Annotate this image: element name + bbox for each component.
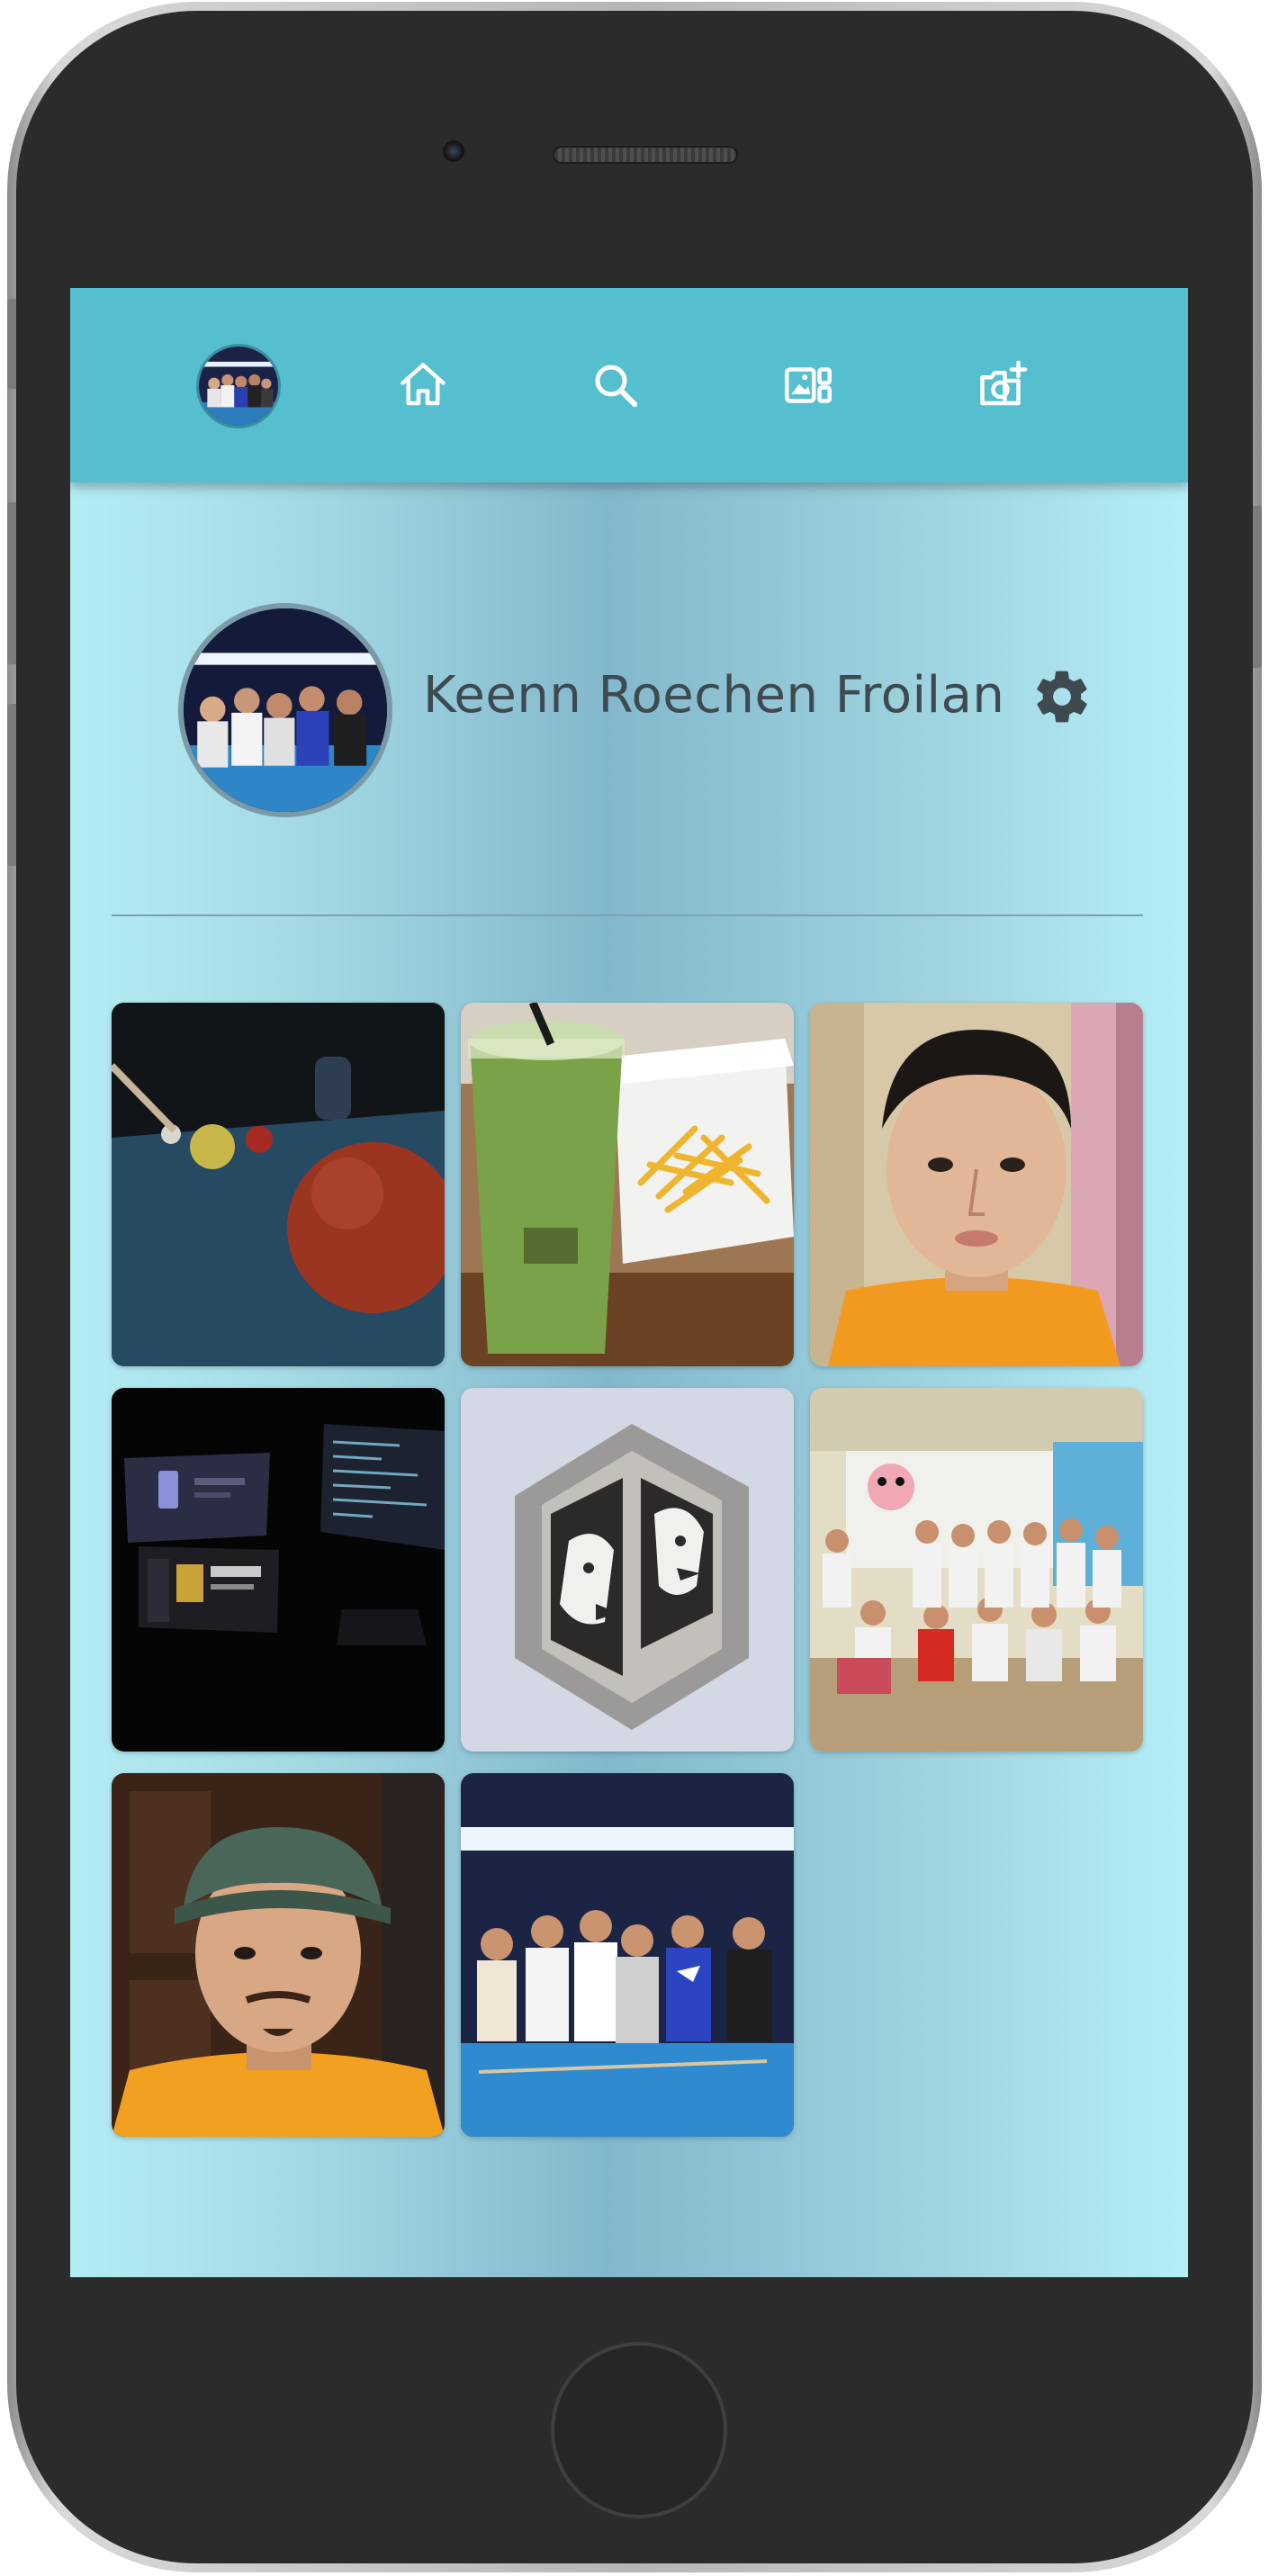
photo-tile-selfie-2[interactable] — [112, 1773, 445, 2137]
earpiece-speaker — [553, 146, 738, 164]
volume-down-button — [7, 704, 16, 866]
nav-search[interactable] — [583, 353, 648, 418]
phone-body: Keenn Roechen Froilan — [16, 11, 1253, 2563]
nav-home[interactable] — [391, 353, 455, 418]
gallery-icon — [785, 367, 832, 403]
photo-tile-workstation[interactable] — [112, 1388, 445, 1752]
profile-divider — [112, 914, 1143, 916]
billiards-photo — [112, 1003, 445, 1366]
volume-up-button — [7, 502, 16, 664]
group-classroom-photo — [810, 1388, 1143, 1752]
settings-button[interactable] — [1031, 666, 1093, 727]
phone-frame: Keenn Roechen Froilan — [7, 2, 1262, 2572]
profile-avatar[interactable] — [178, 603, 392, 817]
profile-name: Keenn Roechen Froilan — [423, 666, 1005, 725]
nav-avatar[interactable] — [196, 344, 281, 428]
nav-gallery[interactable] — [776, 353, 841, 418]
group-billiards-photo — [461, 1773, 794, 2137]
power-button — [1253, 506, 1262, 668]
home-button[interactable] — [551, 2342, 727, 2518]
top-navbar — [70, 288, 1188, 482]
photo-tile-selfie-1[interactable] — [810, 1003, 1143, 1366]
app-screen: Keenn Roechen Froilan — [70, 288, 1188, 2277]
food-photo — [461, 1003, 794, 1366]
mute-switch — [7, 299, 16, 389]
photo-tile-group-classroom[interactable] — [810, 1388, 1143, 1752]
front-camera — [443, 140, 464, 162]
avatar-photo — [199, 347, 278, 426]
home-icon — [400, 363, 446, 406]
search-icon — [595, 365, 638, 408]
profile-photo — [184, 608, 387, 812]
add-photo-icon — [980, 360, 1028, 406]
nav-add-photo[interactable] — [970, 353, 1035, 418]
photo-tile-food[interactable] — [461, 1003, 794, 1366]
selfie-photo-1 — [810, 1003, 1143, 1366]
photo-tile-billiards[interactable] — [112, 1003, 445, 1366]
logo-art-photo — [461, 1388, 794, 1752]
photo-tile-logo-art[interactable] — [461, 1388, 794, 1752]
gear-icon — [1037, 671, 1087, 723]
photo-tile-group-billiards[interactable] — [461, 1773, 794, 2137]
selfie-photo-2 — [112, 1773, 445, 2137]
workstation-photo — [112, 1388, 445, 1752]
